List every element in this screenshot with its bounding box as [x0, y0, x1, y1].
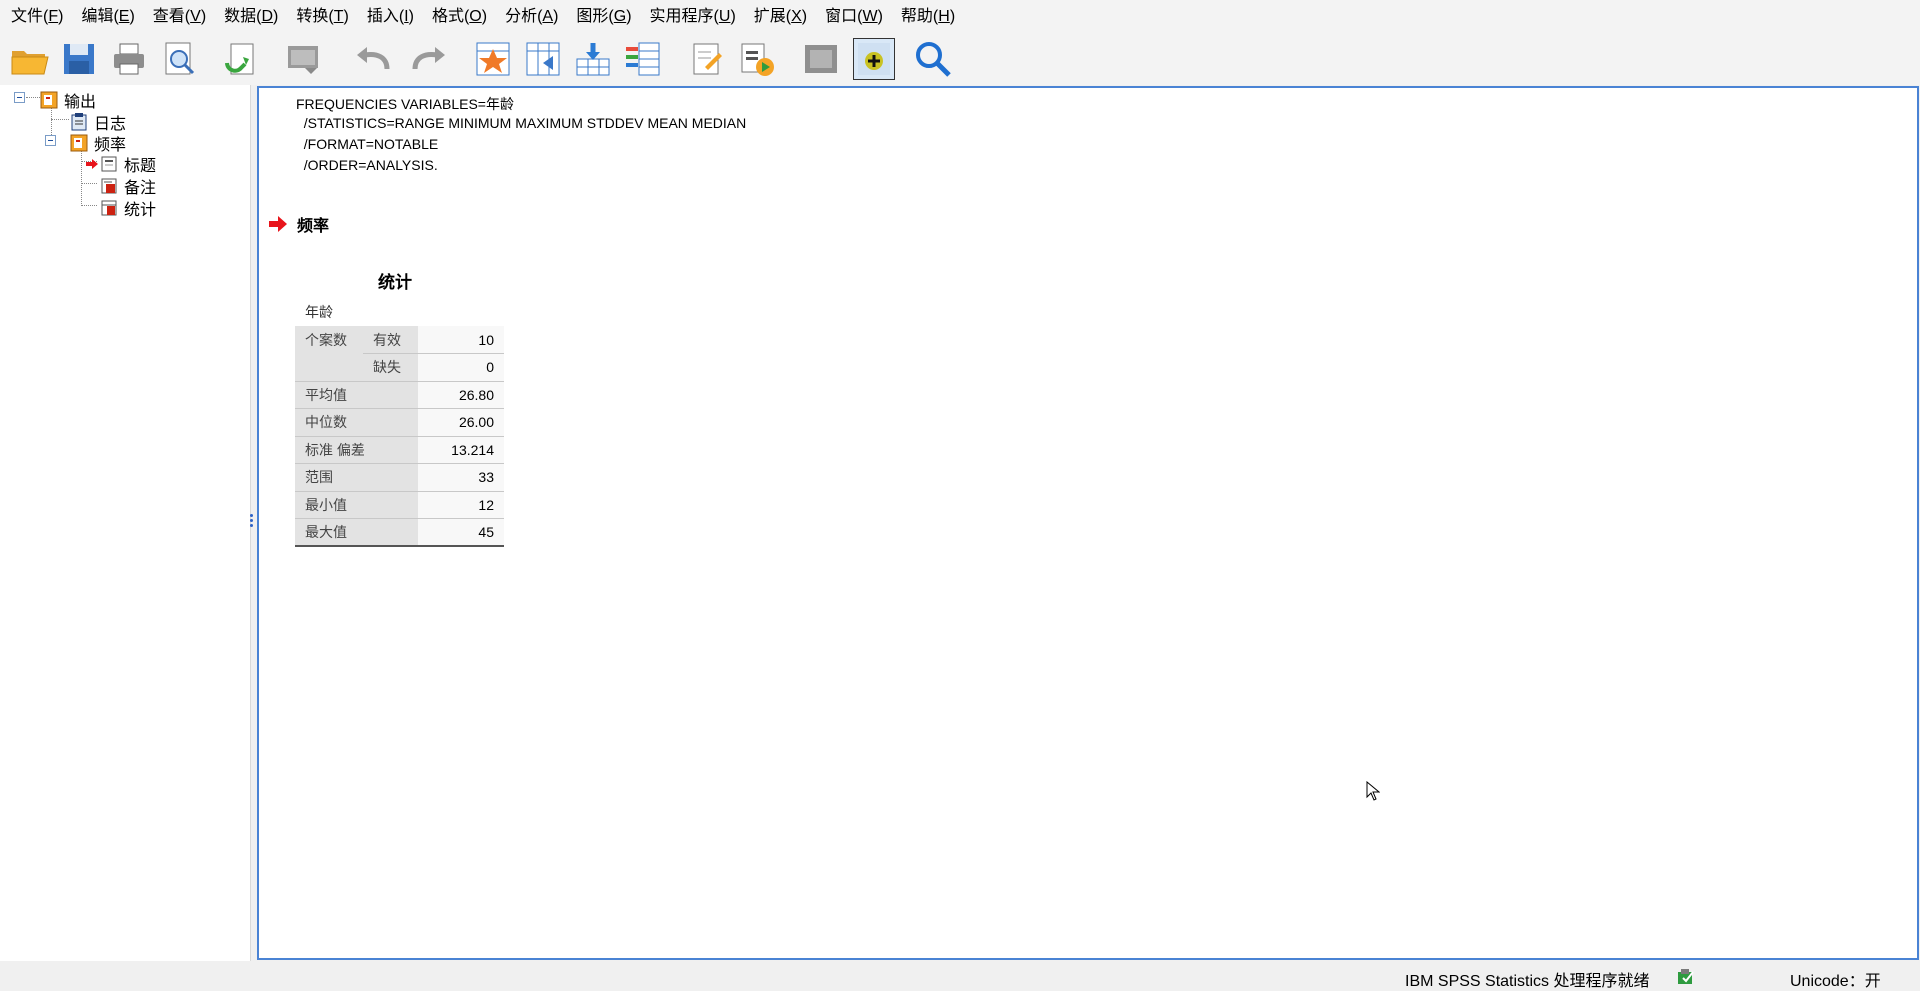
- insert-cases-icon[interactable]: [572, 38, 614, 80]
- tree-output-label: 输出: [64, 94, 97, 111]
- insert-variables-icon[interactable]: [622, 38, 664, 80]
- current-item-arrow-icon: [86, 159, 98, 169]
- output-book-icon: [40, 91, 58, 109]
- valid-label: 有效: [363, 326, 418, 354]
- range-value: 33: [418, 463, 504, 492]
- save-icon[interactable]: [58, 38, 100, 80]
- statistics-table[interactable]: 个案数 有效 10 缺失 0 平均值 26.80 中位数 26.00 标准 偏差…: [295, 326, 504, 547]
- notes-icon: [101, 178, 117, 194]
- menu-insert[interactable]: 插入(I): [358, 0, 423, 33]
- table-row: 缺失 0: [295, 353, 504, 382]
- collapse-frequencies-toggle[interactable]: [45, 135, 56, 146]
- insert-new-icon[interactable]: [853, 38, 895, 80]
- range-label: 范围: [295, 463, 418, 492]
- statistics-table-title: 统计: [378, 273, 412, 292]
- tree-title-label: 标题: [124, 158, 157, 175]
- median-value: 26.00: [418, 408, 504, 437]
- log-icon: [71, 113, 87, 131]
- hide-icon[interactable]: [800, 38, 842, 80]
- status-bar: IBM SPSS Statistics 处理程序就绪 Unicode：开: [0, 961, 1920, 991]
- table-row: 个案数 有效 10: [295, 326, 504, 354]
- tree-notes-label: 备注: [124, 180, 157, 197]
- print-preview-icon[interactable]: [158, 38, 200, 80]
- menu-extensions[interactable]: 扩展(X): [745, 0, 816, 33]
- syntax-line-2: /STATISTICS=RANGE MINIMUM MAXIMUM STDDEV…: [296, 115, 747, 131]
- open-folder-icon[interactable]: [8, 38, 50, 80]
- menu-analyze[interactable]: 分析(A): [496, 0, 567, 33]
- frequencies-book-icon: [70, 134, 88, 152]
- max-value: 45: [418, 518, 504, 547]
- tree-notes[interactable]: 备注: [100, 174, 156, 198]
- menu-window[interactable]: 窗口(W): [816, 0, 892, 33]
- undo-icon[interactable]: [352, 38, 394, 80]
- menu-bar: 文件(F) 编辑(E) 查看(V) 数据(D) 转换(T) 插入(I) 格式(O…: [0, 0, 1920, 33]
- table-row: 范围 33: [295, 463, 504, 492]
- export-icon[interactable]: [220, 38, 262, 80]
- run-script-icon[interactable]: [736, 38, 778, 80]
- table-row: 最大值 45: [295, 518, 504, 547]
- goto-case-icon[interactable]: [472, 38, 514, 80]
- statistics-table-icon: [101, 200, 117, 216]
- syntax-line-1: FREQUENCIES VARIABLES=年龄: [296, 96, 514, 112]
- table-row: 标准 偏差 13.214: [295, 436, 504, 464]
- processor-ready-icon: [1678, 969, 1694, 984]
- status-text: IBM SPSS Statistics 处理程序就绪: [1405, 973, 1650, 990]
- splitter-grip-icon[interactable]: [250, 512, 254, 532]
- redo-icon[interactable]: [408, 38, 450, 80]
- max-label: 最大值: [295, 518, 418, 547]
- mouse-cursor-icon: [1366, 781, 1380, 801]
- syntax-line-4: /ORDER=ANALYSIS.: [296, 157, 438, 173]
- designate-window-icon[interactable]: [686, 38, 728, 80]
- menu-format[interactable]: 格式(O): [423, 0, 496, 33]
- min-value: 12: [418, 491, 504, 519]
- table-row: 平均值 26.80: [295, 381, 504, 409]
- search-icon[interactable]: [912, 38, 954, 80]
- title-icon: [101, 156, 117, 172]
- frequencies-heading[interactable]: 频率: [269, 212, 329, 236]
- tree-statistics-label: 统计: [124, 202, 157, 219]
- menu-file[interactable]: 文件(F): [2, 0, 72, 33]
- valid-value: 10: [418, 326, 504, 354]
- current-item-arrow-icon: [269, 216, 287, 232]
- menu-transform[interactable]: 转换(T): [287, 0, 357, 33]
- menu-data[interactable]: 数据(D): [215, 0, 287, 33]
- n-label: 个案数: [295, 326, 363, 354]
- collapse-output-toggle[interactable]: [14, 92, 25, 103]
- table-row: 最小值 12: [295, 491, 504, 519]
- mean-label: 平均值: [295, 381, 418, 409]
- menu-graphs[interactable]: 图形(G): [567, 0, 640, 33]
- missing-value: 0: [418, 353, 504, 382]
- variable-label: 年龄: [305, 304, 333, 320]
- std-value: 13.214: [418, 436, 504, 464]
- print-icon[interactable]: [108, 38, 150, 80]
- n-label-cont: [295, 353, 363, 382]
- tree-statistics[interactable]: 统计: [100, 196, 156, 220]
- min-label: 最小值: [295, 491, 418, 519]
- missing-label: 缺失: [363, 353, 418, 382]
- recall-dialog-icon[interactable]: [282, 38, 324, 80]
- syntax-line-3: /FORMAT=NOTABLE: [296, 136, 439, 152]
- tree-title[interactable]: 标题: [86, 152, 156, 176]
- menu-view[interactable]: 查看(V): [144, 0, 215, 33]
- mean-value: 26.80: [418, 381, 504, 409]
- menu-utilities[interactable]: 实用程序(U): [641, 0, 745, 33]
- goto-variable-icon[interactable]: [522, 38, 564, 80]
- tree-output[interactable]: 输出: [40, 88, 96, 112]
- std-label: 标准 偏差: [295, 436, 418, 464]
- menu-help[interactable]: 帮助(H): [892, 0, 964, 33]
- menu-edit[interactable]: 编辑(E): [72, 0, 143, 33]
- table-row: 中位数 26.00: [295, 408, 504, 437]
- median-label: 中位数: [295, 408, 418, 437]
- output-content-pane[interactable]: [257, 86, 1919, 960]
- unicode-indicator: Unicode：开: [1790, 973, 1881, 990]
